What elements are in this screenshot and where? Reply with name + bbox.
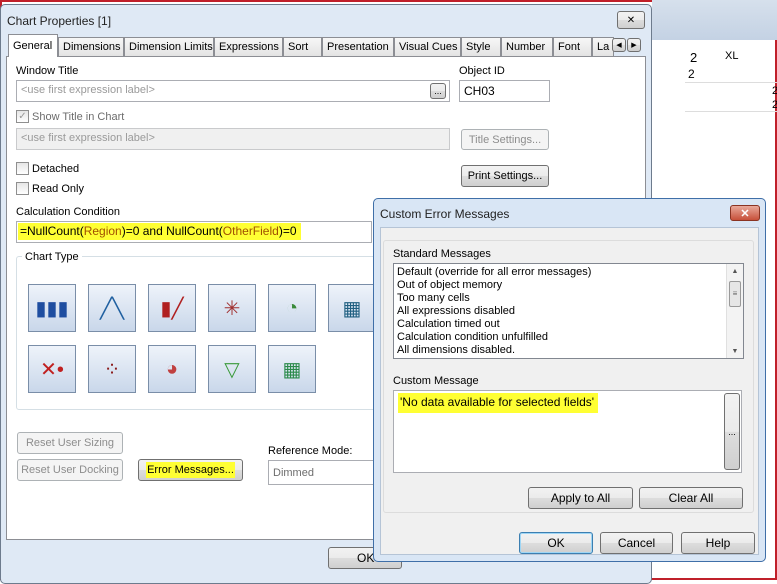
standard-messages-label: Standard Messages [393,248,491,260]
error-ok-button[interactable]: OK [519,532,593,554]
standard-messages-list[interactable]: Default (override for all error messages… [393,263,744,359]
reset-user-sizing-button[interactable]: Reset User Sizing [17,432,123,454]
tab-general[interactable]: General [8,34,58,57]
tab-font[interactable]: Font [553,37,592,56]
tab-scroll-right[interactable]: ▶ [627,38,641,52]
standard-message-item[interactable]: Default (override for all error messages… [394,266,743,279]
tab-visual-cues[interactable]: Visual Cues [394,37,461,56]
show-title-label: Show Title in Chart [32,111,125,123]
line-chart-icon[interactable]: ╱╲ [88,284,136,332]
calc-condition-label: Calculation Condition [16,206,120,218]
standard-message-item[interactable]: Calculation timed out [394,318,743,331]
scatter-chart-icon[interactable]: ✕• [28,345,76,393]
object-id-input[interactable]: CH03 [459,80,550,102]
tab-dimension-limits[interactable]: Dimension Limits [124,37,214,56]
standard-message-item[interactable]: Out of object memory [394,279,743,292]
custom-message-label: Custom Message [393,375,479,387]
standard-message-item[interactable]: All expressions disabled [394,305,743,318]
pie-chart-icon[interactable]: ◕ [148,345,196,393]
clear-all-button[interactable]: Clear All [639,487,743,509]
tab-presentation[interactable]: Presentation [322,37,394,56]
reset-user-docking-button[interactable]: Reset User Docking [17,459,123,481]
radar-chart-icon[interactable]: ✳ [208,284,256,332]
dialog-title: Chart Properties [1] [7,14,112,28]
scroll-thumb[interactable]: ≡ [729,281,741,307]
close-button[interactable]: ✕ [617,11,645,29]
calc-condition-text: =NullCount(Region)=0 and NullCount(Other… [18,223,301,240]
error-dialog-title: Custom Error Messages [380,207,510,221]
gauge-chart-icon[interactable]: ◔ [268,284,316,332]
tab-sort[interactable]: Sort [283,37,322,56]
standard-message-item[interactable]: Too many cells [394,292,743,305]
bg-value: 2 [690,50,698,65]
window-title-ellipsis-button[interactable]: ... [430,83,446,99]
combo-chart-icon[interactable]: ▮╱ [148,284,196,332]
mekko-chart-icon[interactable]: ▦ [328,284,376,332]
block-chart-icon[interactable]: ▦ [268,345,316,393]
scroll-down-icon[interactable]: ▼ [727,348,743,355]
funnel-chart-icon[interactable]: ▽ [208,345,256,393]
error-dialog-close-button[interactable]: ✕ [730,205,760,221]
bg-cell: 2 [772,99,777,111]
tab-dimensions[interactable]: Dimensions [58,37,124,56]
reference-mode-label: Reference Mode: [268,445,353,457]
object-id-label: Object ID [459,65,505,77]
read-only-checkbox[interactable] [16,182,29,195]
calc-condition-input[interactable]: =NullCount(Region)=0 and NullCount(Other… [16,221,372,243]
chart-title-input[interactable]: <use first expression label> [16,128,450,150]
grid-chart-icon[interactable]: ⁘ [88,345,136,393]
custom-message-input[interactable]: 'No data available for selected fields' [393,390,742,473]
show-title-checkbox[interactable]: ✓ [16,110,29,123]
read-only-label: Read Only [32,183,84,195]
bg-xl-icon[interactable]: XL [725,50,738,62]
window-title-input[interactable]: <use first expression label> [16,80,450,102]
tab-style[interactable]: Style [461,37,501,56]
apply-to-all-button[interactable]: Apply to All [528,487,633,509]
reference-mode-select[interactable]: Dimmed [268,460,378,485]
standard-message-item[interactable]: All dimensions disabled. [394,344,743,357]
bar-chart-icon[interactable]: ▮▮▮ [28,284,76,332]
bg-table [685,82,777,112]
detached-label: Detached [32,163,80,175]
title-settings-button[interactable]: Title Settings... [461,129,549,150]
bg-value-2: 2 [688,67,695,81]
window-title-label: Window Title [16,65,79,77]
background-toolbar [652,0,777,40]
tab-la[interactable]: La [592,37,614,56]
error-help-button[interactable]: Help [681,532,755,554]
chart-type-label: Chart Type [22,251,82,263]
print-settings-button[interactable]: Print Settings... [461,165,549,187]
detached-checkbox[interactable] [16,162,29,175]
custom-message-ellipsis-button[interactable]: ... [724,393,740,470]
error-messages-button[interactable]: Error Messages... [138,459,243,481]
tab-number[interactable]: Number [501,37,553,56]
standard-message-item[interactable]: Calculation condition unfulfilled [394,331,743,344]
error-cancel-button[interactable]: Cancel [600,532,673,554]
scroll-up-icon[interactable]: ▲ [727,268,743,275]
list-scrollbar[interactable]: ▲ ≡ ▼ [726,264,743,358]
tab-expressions[interactable]: Expressions [214,37,283,56]
tab-scroll-left[interactable]: ◀ [612,38,626,52]
bg-cell: 2 [772,85,777,97]
